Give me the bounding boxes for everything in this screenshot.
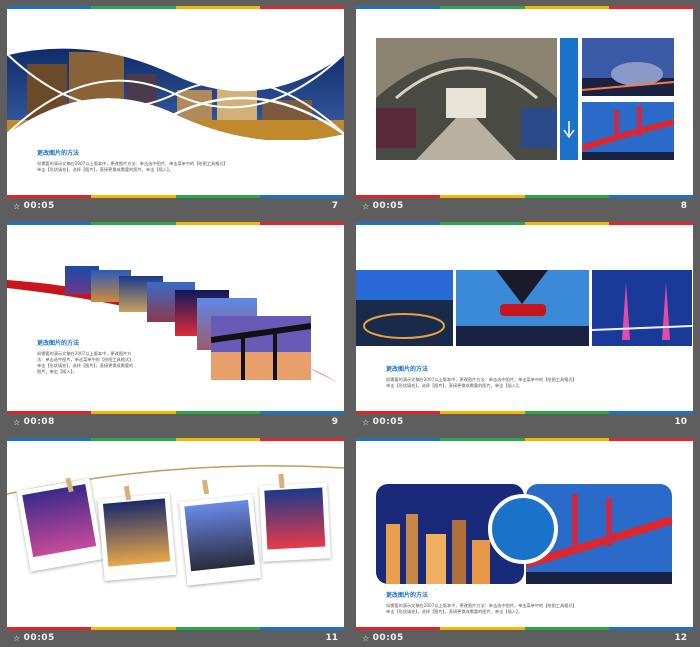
polaroid-4 (259, 482, 331, 562)
slide-number: 11 (325, 633, 338, 643)
red-bridge-underside-photo (456, 270, 589, 346)
slide-thumbnail-12[interactable]: 更改图片的方法 如需要的演示文稿在2007以上版本中，更改图片方法：单击选中图片… (356, 438, 693, 646)
slide-number: 9 (331, 417, 338, 427)
slide-canvas: 更改图片的方法 如需要的演示文稿在2007以上版本中，更改图片方法：单击选中图片… (7, 222, 344, 414)
star-icon: ☆ (13, 417, 21, 427)
overpass-photo (211, 316, 311, 380)
polaroid-1 (16, 478, 104, 572)
text-block: 更改图片的方法 如需要的演示文稿在2007以上版本中，更改图片方法：单击选中图片… (386, 590, 666, 615)
slide-footer: ☆ 00:05 7 (7, 198, 344, 214)
text-line-2: 单击【形状填充】，选择【图片】，直接更换成需要的图片，单击【插入】。 (386, 383, 523, 388)
red-bridge-photo (582, 102, 674, 160)
text-title: 更改图片的方法 (386, 366, 429, 373)
slide-canvas: 更改图片的方法 如需要的演示文稿在2007以上版本中，更改图片方法：单击选中图片… (356, 222, 693, 414)
text-title: 更改图片的方法 (37, 150, 80, 157)
color-strip-top (7, 6, 344, 9)
text-title: 更改图片的方法 (386, 592, 429, 599)
slide-timing: 00:05 (372, 633, 404, 643)
star-icon: ☆ (13, 201, 21, 211)
color-strip-top (356, 6, 693, 9)
text-title: 更改图片的方法 (37, 340, 80, 347)
star-icon: ☆ (13, 633, 21, 643)
slide-timing: 00:05 (372, 201, 404, 211)
text-line-2: 单击【形状填充】，选择【图片】，直接更换成需要的图片，单击【插入】。 (37, 167, 174, 172)
slide-timing: 00:05 (372, 417, 404, 427)
slide-number: 8 (680, 201, 687, 211)
slide-timing: 00:05 (23, 633, 55, 643)
slide-footer: ☆ 00:05 8 (356, 198, 693, 214)
star-icon: ☆ (362, 201, 370, 211)
text-line-1: 如需要的演示文稿在2007以上版本中，更改图片方法：单击选中图片，单击菜单中的【… (37, 351, 134, 362)
text-line-2: 单击【形状填充】，选择【图片】，直接更换成需要的图片，单击【插入】。 (37, 363, 134, 374)
slide-footer: ☆ 00:08 9 (7, 414, 344, 430)
star-icon: ☆ (362, 417, 370, 427)
pink-bridge-photo (592, 270, 692, 346)
slide-number: 10 (674, 417, 687, 427)
text-line-2: 单击【形状填充】，选择【图片】，直接更换成需要的图片，单击【插入】。 (386, 609, 523, 614)
stadium-photo (582, 38, 674, 96)
slide-thumbnail-7[interactable]: 更改图片的方法 如需要的演示文稿在2007以上版本中，更改图片方法：单击选中图片… (7, 6, 344, 214)
polaroid-3 (178, 494, 262, 586)
text-block: 更改图片的方法 如需要的演示文稿在2007以上版本中，更改图片方法：单击选中图片… (37, 338, 137, 375)
city-wave-banner (7, 46, 344, 140)
color-strip-top (7, 438, 344, 441)
slide-footer: ☆ 00:05 11 (7, 630, 344, 646)
blue-arrow-shape (560, 38, 578, 160)
slide-canvas (356, 6, 693, 198)
slide-timing: 00:08 (23, 417, 55, 427)
text-block: 更改图片的方法 如需要的演示文稿在2007以上版本中，更改图片方法：单击选中图片… (37, 148, 317, 173)
star-icon: ☆ (362, 633, 370, 643)
blue-circle-placeholder (488, 494, 558, 564)
slide-canvas (7, 438, 344, 630)
slide-timing: 00:05 (23, 201, 55, 211)
color-strip-top (356, 222, 693, 225)
slide-footer: ☆ 00:05 12 (356, 630, 693, 646)
slide-number: 12 (674, 633, 687, 643)
interchange-photo (356, 270, 453, 346)
arrow-down-icon (563, 121, 575, 139)
slide-footer: ☆ 00:05 10 (356, 414, 693, 430)
slide-thumbnail-10[interactable]: 更改图片的方法 如需要的演示文稿在2007以上版本中，更改图片方法：单击选中图片… (356, 222, 693, 430)
slide-canvas: 更改图片的方法 如需要的演示文稿在2007以上版本中，更改图片方法：单击选中图片… (356, 438, 693, 630)
color-strip-top (356, 438, 693, 441)
text-block: 更改图片的方法 如需要的演示文稿在2007以上版本中，更改图片方法：单击选中图片… (386, 364, 666, 389)
slide-thumbnail-9[interactable]: 更改图片的方法 如需要的演示文稿在2007以上版本中，更改图片方法：单击选中图片… (7, 222, 344, 430)
slide-number: 7 (331, 201, 338, 211)
slide-canvas: 更改图片的方法 如需要的演示文稿在2007以上版本中，更改图片方法：单击选中图片… (7, 6, 344, 198)
station-photo (376, 38, 557, 160)
slide-thumbnail-11[interactable]: ☆ 00:05 11 (7, 438, 344, 646)
polaroid-2 (97, 493, 177, 581)
slide-thumbnail-8[interactable]: ☆ 00:05 8 (356, 6, 693, 214)
